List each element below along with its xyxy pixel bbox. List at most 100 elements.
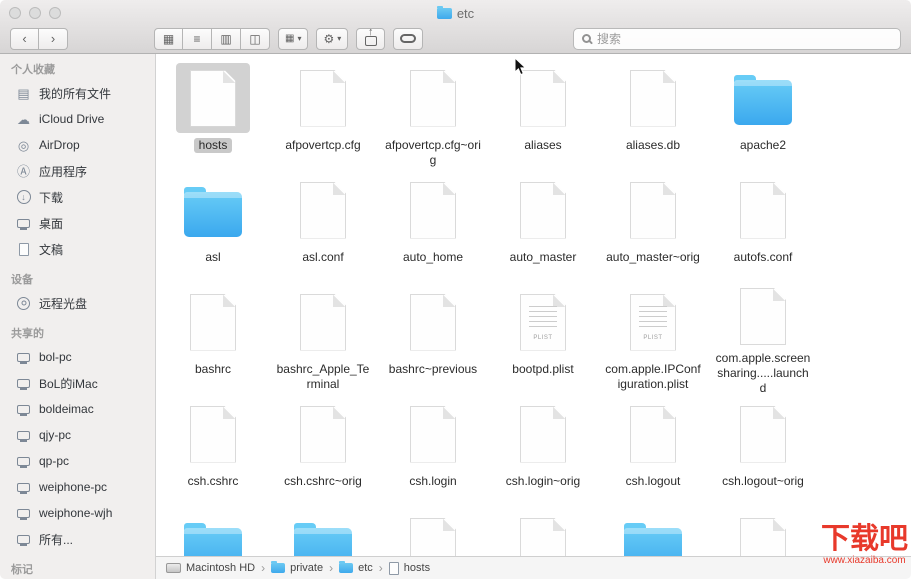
- zoom-button[interactable]: [49, 7, 61, 19]
- gear-icon: ⚙: [323, 32, 334, 46]
- sidebar-item[interactable]: ◎AirDrop: [0, 132, 155, 158]
- sidebar-item[interactable]: 桌面: [0, 210, 155, 236]
- back-button[interactable]: ‹: [10, 28, 39, 50]
- page-fold: [663, 71, 675, 83]
- file-item[interactable]: PLIST bootpd.plist: [488, 284, 598, 396]
- file-item[interactable]: aliases: [488, 60, 598, 172]
- coverflow-view-button[interactable]: ◫: [241, 28, 270, 50]
- sidebar-item[interactable]: bol-pc: [0, 344, 155, 370]
- sidebar-item[interactable]: ↓下载: [0, 184, 155, 210]
- close-button[interactable]: [9, 7, 21, 19]
- file-item[interactable]: afpovertcp.cfg~orig: [378, 60, 488, 172]
- page-fold: [443, 183, 455, 195]
- applications-icon: Ⓐ: [17, 165, 30, 178]
- file-icon-area: [726, 399, 800, 469]
- file-item[interactable]: com.apple.screensharing.....launchd: [708, 284, 818, 396]
- file-icon-area: [726, 63, 800, 133]
- file-name: bootpd.plist: [507, 362, 578, 377]
- path-item[interactable]: private: [271, 562, 323, 574]
- file-item[interactable]: bashrc~previous: [378, 284, 488, 396]
- sidebar-item[interactable]: ▤ 我的所有文件: [0, 80, 155, 106]
- file-item[interactable]: apache2: [708, 60, 818, 172]
- file-item[interactable]: bashrc: [158, 284, 268, 396]
- sidebar-item[interactable]: BoL的iMac: [0, 370, 155, 396]
- sidebar-item[interactable]: 远程光盘: [0, 290, 155, 316]
- sidebar-item[interactable]: weiphone-wjh: [0, 500, 155, 526]
- sidebar-item[interactable]: 所有...: [0, 526, 155, 552]
- folder-icon: [339, 563, 353, 573]
- path-item[interactable]: Macintosh HD: [166, 562, 255, 574]
- file-item[interactable]: [268, 508, 378, 556]
- file-item[interactable]: [488, 508, 598, 556]
- file-item[interactable]: auto_master~orig: [598, 172, 708, 284]
- search-input[interactable]: [597, 32, 892, 46]
- action-button[interactable]: ⚙ ▾: [316, 28, 348, 50]
- path-item[interactable]: etc: [339, 562, 373, 574]
- sidebar-item[interactable]: boldeimac: [0, 396, 155, 422]
- file-name: afpovertcp.cfg~orig: [380, 138, 486, 168]
- sidebar-item-label: 我的所有文件: [39, 85, 111, 102]
- path-separator-icon: ›: [261, 561, 265, 575]
- file-item[interactable]: [378, 508, 488, 556]
- file-item[interactable]: [598, 508, 708, 556]
- file-item[interactable]: [708, 508, 818, 556]
- sidebar-section: 标记: [0, 560, 155, 579]
- documents-icon: [19, 243, 29, 256]
- pc-icon: [17, 405, 30, 414]
- file-item[interactable]: csh.logout~orig: [708, 396, 818, 508]
- nav-buttons: ‹ ›: [10, 28, 68, 50]
- page-fold: [663, 183, 675, 195]
- forward-button[interactable]: ›: [39, 28, 68, 50]
- share-button[interactable]: ↑: [356, 28, 385, 50]
- path-item-label: etc: [358, 562, 373, 574]
- titlebar[interactable]: etc: [0, 0, 911, 24]
- file-item[interactable]: afpovertcp.cfg: [268, 60, 378, 172]
- file-item[interactable]: autofs.conf: [708, 172, 818, 284]
- file-item[interactable]: asl.conf: [268, 172, 378, 284]
- file-item[interactable]: hosts: [158, 60, 268, 172]
- minimize-button[interactable]: [29, 7, 41, 19]
- sidebar-item[interactable]: 文稿: [0, 236, 155, 262]
- sidebar-item[interactable]: ☁iCloud Drive: [0, 106, 155, 132]
- sidebar-item[interactable]: weiphone-pc: [0, 474, 155, 500]
- list-view-button[interactable]: ≡: [183, 28, 212, 50]
- pc-icon: [17, 457, 30, 466]
- path-item[interactable]: hosts: [389, 562, 430, 575]
- file-item[interactable]: auto_master: [488, 172, 598, 284]
- file-item[interactable]: [158, 508, 268, 556]
- page-fold: [773, 289, 785, 301]
- file-item[interactable]: csh.cshrc~orig: [268, 396, 378, 508]
- sidebar-item-label: 远程光盘: [39, 295, 87, 312]
- file-item[interactable]: csh.logout: [598, 396, 708, 508]
- sidebar-item[interactable]: Ⓐ应用程序: [0, 158, 155, 184]
- file-icon-area: PLIST: [506, 287, 580, 357]
- tags-button[interactable]: [393, 28, 423, 50]
- file-item[interactable]: bashrc_Apple_Terminal: [268, 284, 378, 396]
- search-field[interactable]: [573, 28, 901, 50]
- all-files-icon: ▤: [17, 87, 29, 100]
- file-item[interactable]: asl: [158, 172, 268, 284]
- column-view-icon: ▥: [220, 32, 231, 46]
- file-item[interactable]: csh.login: [378, 396, 488, 508]
- arrange-button[interactable]: ▦ ▾: [278, 28, 308, 50]
- file-item[interactable]: auto_home: [378, 172, 488, 284]
- file-item[interactable]: PLISTcom.apple.IPConfiguration.plist: [598, 284, 708, 396]
- file-item[interactable]: csh.login~orig: [488, 396, 598, 508]
- document-icon: [740, 182, 786, 239]
- file-item[interactable]: aliases.db: [598, 60, 708, 172]
- column-view-button[interactable]: ▥: [212, 28, 241, 50]
- file-icon-area: [616, 399, 690, 469]
- icon-view-button[interactable]: ▦: [154, 28, 183, 50]
- file-icon-area: [396, 287, 470, 357]
- file-item[interactable]: csh.cshrc: [158, 396, 268, 508]
- sidebar-item-label: 桌面: [39, 215, 63, 232]
- icon-view-icon: ▦: [163, 32, 174, 46]
- downloads-icon: ↓: [17, 190, 31, 204]
- document-icon: [520, 518, 566, 557]
- sidebar-item[interactable]: qjy-pc: [0, 422, 155, 448]
- sidebar-item[interactable]: qp-pc: [0, 448, 155, 474]
- folder-icon: [184, 192, 242, 237]
- sidebar-item-label: qp-pc: [39, 454, 69, 468]
- path-separator-icon: ›: [379, 561, 383, 575]
- file-icon-area: [176, 63, 250, 133]
